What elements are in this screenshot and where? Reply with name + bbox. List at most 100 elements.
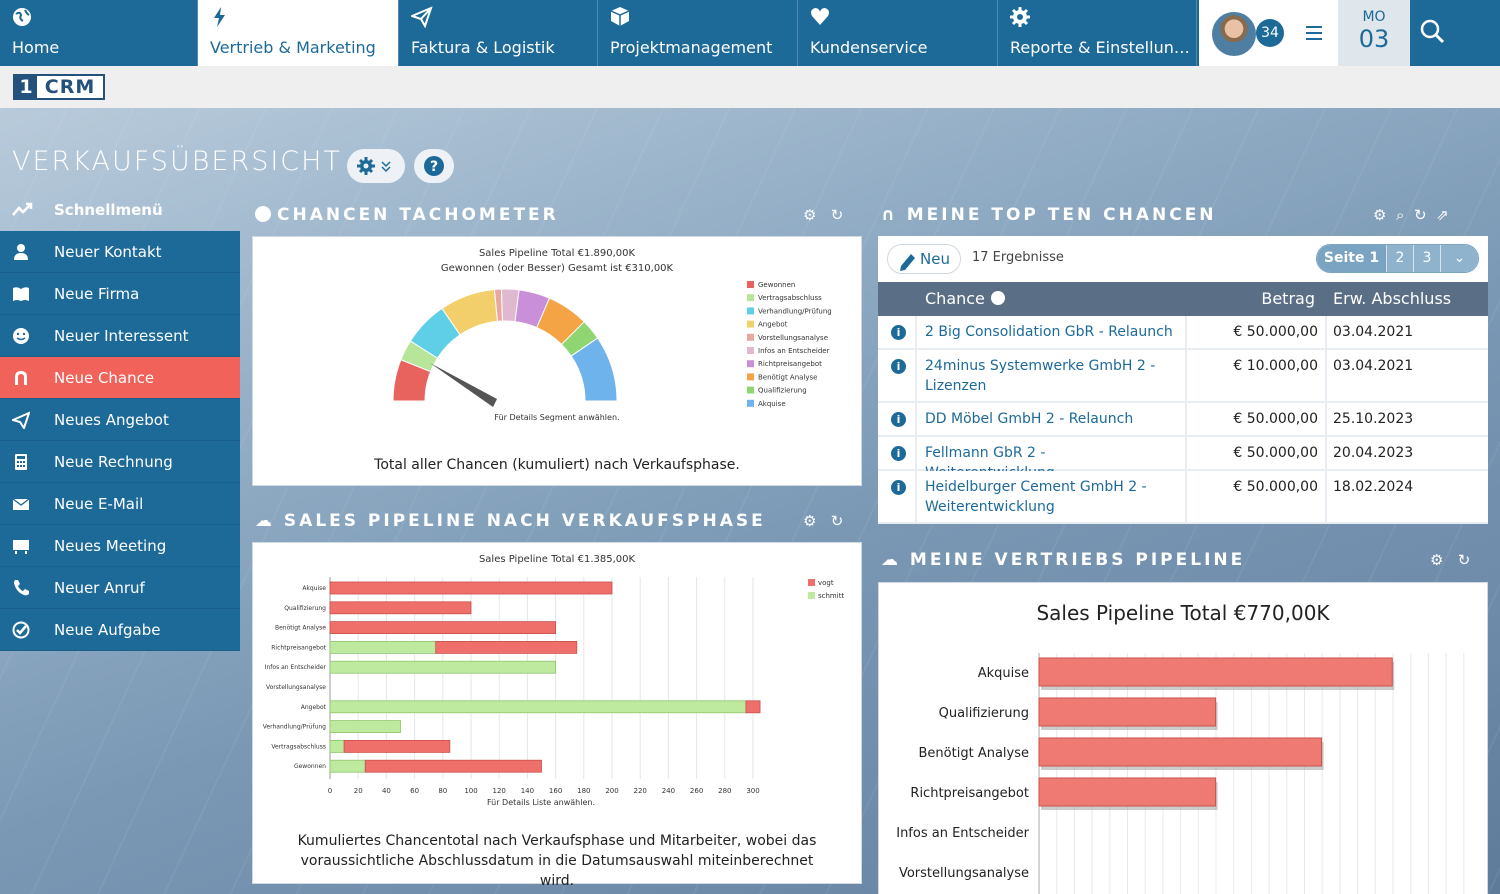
sidebar-item-3[interactable]: Neuer Interessent xyxy=(0,315,240,357)
info-icon[interactable]: i xyxy=(891,412,906,427)
bar[interactable] xyxy=(1038,657,1393,687)
bar[interactable] xyxy=(1038,737,1323,767)
notification-badge[interactable]: 34 xyxy=(1256,19,1284,47)
page-settings-button[interactable] xyxy=(347,149,405,183)
opportunity-link[interactable]: 24minus Systemwerke GmbH 2 - Lizenzen xyxy=(925,356,1175,396)
bar-vogt[interactable] xyxy=(343,739,451,753)
gauge-footer: Für Details Segment anwählen. xyxy=(494,413,619,422)
bar-schmitt[interactable] xyxy=(329,739,345,753)
sidebar-item-8[interactable]: Neues Meeting xyxy=(0,525,240,567)
search-button[interactable] xyxy=(1410,0,1500,66)
bar-schmitt[interactable] xyxy=(329,720,401,734)
sidebar-item-10[interactable]: Neue Aufgabe xyxy=(0,609,240,651)
bar-vogt[interactable] xyxy=(329,621,557,634)
sidebar-item-4[interactable]: Neue Chance xyxy=(0,357,240,399)
nav-tab-4[interactable]: Projektmanagement xyxy=(598,0,798,66)
bolt-icon xyxy=(214,7,225,27)
tacho-dashlet-title: CHANCEN TACHOMETER xyxy=(277,205,559,225)
book-icon xyxy=(13,287,29,301)
help-button[interactable]: ? xyxy=(414,149,454,183)
gauge-chart[interactable]: Sales Pipeline Total €1.890,00K Gewonnen … xyxy=(253,237,861,437)
pipeline-x-label: Für Details Liste anwählen. xyxy=(487,798,595,807)
calendar-date[interactable]: MO 03 xyxy=(1338,0,1410,66)
sidebar-item-1[interactable]: Neuer Kontakt xyxy=(0,231,240,273)
y-tick-label: Gewonnen xyxy=(294,763,326,770)
logo-one: 1 xyxy=(15,76,37,98)
page-3-button[interactable]: 3 xyxy=(1414,245,1441,272)
tacho-dashlet-tools: ⚙ ↻ xyxy=(803,206,843,224)
bar-schmitt[interactable] xyxy=(329,660,557,674)
opportunity-link[interactable]: DD Möbel GmbH 2 - Relaunch xyxy=(925,409,1175,429)
legend-swatch xyxy=(747,386,754,394)
result-count: 17 Ergebnisse xyxy=(972,250,1064,265)
settings-gear-icon[interactable]: ⚙ xyxy=(1430,551,1443,569)
sidebar-item-9[interactable]: Neuer Anruf xyxy=(0,567,240,609)
table-row[interactable]: i 2 Big Consolidation GbR - Relaunch € 50.… xyxy=(878,316,1488,350)
info-icon[interactable]: i xyxy=(891,446,906,461)
pipeline-bar-chart[interactable]: Sales Pipeline Total €1.385,00K 0 20 40 60 80… xyxy=(253,543,861,813)
refresh-icon[interactable]: ↻ xyxy=(831,206,844,224)
info-icon[interactable]: i xyxy=(891,325,906,340)
quick-menu-title: Schnellmenü xyxy=(54,201,163,219)
my-pipeline-bar-chart[interactable]: Sales Pipeline Total €770,00K Akquise Qual… xyxy=(879,583,1487,894)
sidebar-item-7[interactable]: Neue E-Mail xyxy=(0,483,240,525)
settings-gear-icon[interactable]: ⚙ xyxy=(803,512,816,530)
opportunity-link[interactable]: 2 Big Consolidation GbR - Relaunch xyxy=(925,322,1175,342)
nav-tab-6[interactable]: Reporte & Einstellun… xyxy=(998,0,1197,66)
column-chance[interactable]: Chance xyxy=(925,289,985,308)
amount: € 50.000,00 xyxy=(1233,411,1318,427)
column-abschluss[interactable]: Erw. Abschluss xyxy=(1333,289,1451,308)
bar-vogt[interactable] xyxy=(329,581,613,595)
table-row[interactable]: i 24minus Systemwerke GmbH 2 - Lizenzen € … xyxy=(878,350,1488,403)
bar-schmitt[interactable] xyxy=(329,700,747,714)
refresh-icon[interactable]: ↻ xyxy=(831,512,844,530)
nav-tab-5[interactable]: Kundenservice xyxy=(798,0,998,66)
bar[interactable] xyxy=(1038,777,1217,807)
quick-menu: Schnellmenü Neuer Kontakt Neue Firma Neuer… xyxy=(0,189,240,651)
sidebar-item-6[interactable]: Neue Rechnung xyxy=(0,441,240,483)
page-2-button[interactable]: 2 xyxy=(1387,245,1414,272)
nav-tab-3[interactable]: Faktura & Logistik xyxy=(399,0,598,66)
bar-vogt[interactable] xyxy=(364,759,542,773)
page-1-button[interactable]: Seite 1 xyxy=(1317,245,1387,272)
sidebar-item-2[interactable]: Neue Firma xyxy=(0,273,240,315)
bar-vogt[interactable] xyxy=(435,641,578,654)
info-icon[interactable]: i xyxy=(891,480,906,495)
info-icon[interactable]: i xyxy=(891,359,906,374)
sort-down-icon[interactable] xyxy=(991,291,1005,305)
table-row[interactable]: i Heidelburger Cement GmbH 2 - Weiterentw… xyxy=(878,471,1488,524)
y-tick-label: Richtpreisangebot xyxy=(910,786,1029,801)
nav-tab-1[interactable]: Home xyxy=(0,0,198,66)
sidebar-item-5[interactable]: Neues Angebot xyxy=(0,399,240,441)
refresh-icon[interactable]: ↻ xyxy=(1458,551,1471,569)
user-menu[interactable]: 34 xyxy=(1199,0,1290,66)
bar[interactable] xyxy=(1038,697,1217,727)
app-logo[interactable]: 1 CRM xyxy=(13,74,105,100)
nav-tab-2[interactable]: Vertrieb & Marketing xyxy=(198,0,399,66)
avatar[interactable] xyxy=(1212,12,1256,56)
y-tick-label: Akquise xyxy=(302,585,326,592)
new-opportunity-button[interactable]: Neu xyxy=(887,244,961,274)
magnet-icon xyxy=(15,371,27,385)
y-tick-label: Vorstellungsanalyse xyxy=(899,866,1029,881)
opportunity-link[interactable]: Heidelburger Cement GmbH 2 - Weiterentwi… xyxy=(925,477,1175,517)
bar-schmitt[interactable] xyxy=(329,759,366,773)
refresh-icon[interactable]: ↻ xyxy=(1414,206,1427,224)
close-date: 25.10.2023 xyxy=(1333,411,1414,427)
close-date: 03.04.2021 xyxy=(1333,358,1414,374)
chevron-double-down-icon[interactable]: ⌄ xyxy=(1441,245,1478,272)
settings-gear-icon[interactable]: ⚙ xyxy=(803,206,816,224)
hamburger-menu-button[interactable] xyxy=(1290,0,1338,66)
y-tick-label: Vorstellungsanalyse xyxy=(266,684,326,691)
legend-label: Akquise xyxy=(758,400,786,408)
bar-schmitt[interactable] xyxy=(329,641,437,654)
search-icon[interactable]: ⌕ xyxy=(1396,206,1404,224)
y-tick-label: Qualifizierung xyxy=(939,706,1029,721)
table-row[interactable]: i DD Möbel GmbH 2 - Relaunch € 50.000,00 25… xyxy=(878,403,1488,437)
settings-gear-icon[interactable]: ⚙ xyxy=(1373,206,1386,224)
bar-vogt[interactable] xyxy=(745,700,761,714)
external-link-icon[interactable]: ⇗ xyxy=(1436,206,1449,224)
bar-vogt[interactable] xyxy=(329,601,472,615)
column-betrag[interactable]: Betrag xyxy=(1208,289,1315,308)
table-row[interactable]: iFellmann GbR 2 - Weiterentwicklung€ 50.… xyxy=(878,437,1488,481)
